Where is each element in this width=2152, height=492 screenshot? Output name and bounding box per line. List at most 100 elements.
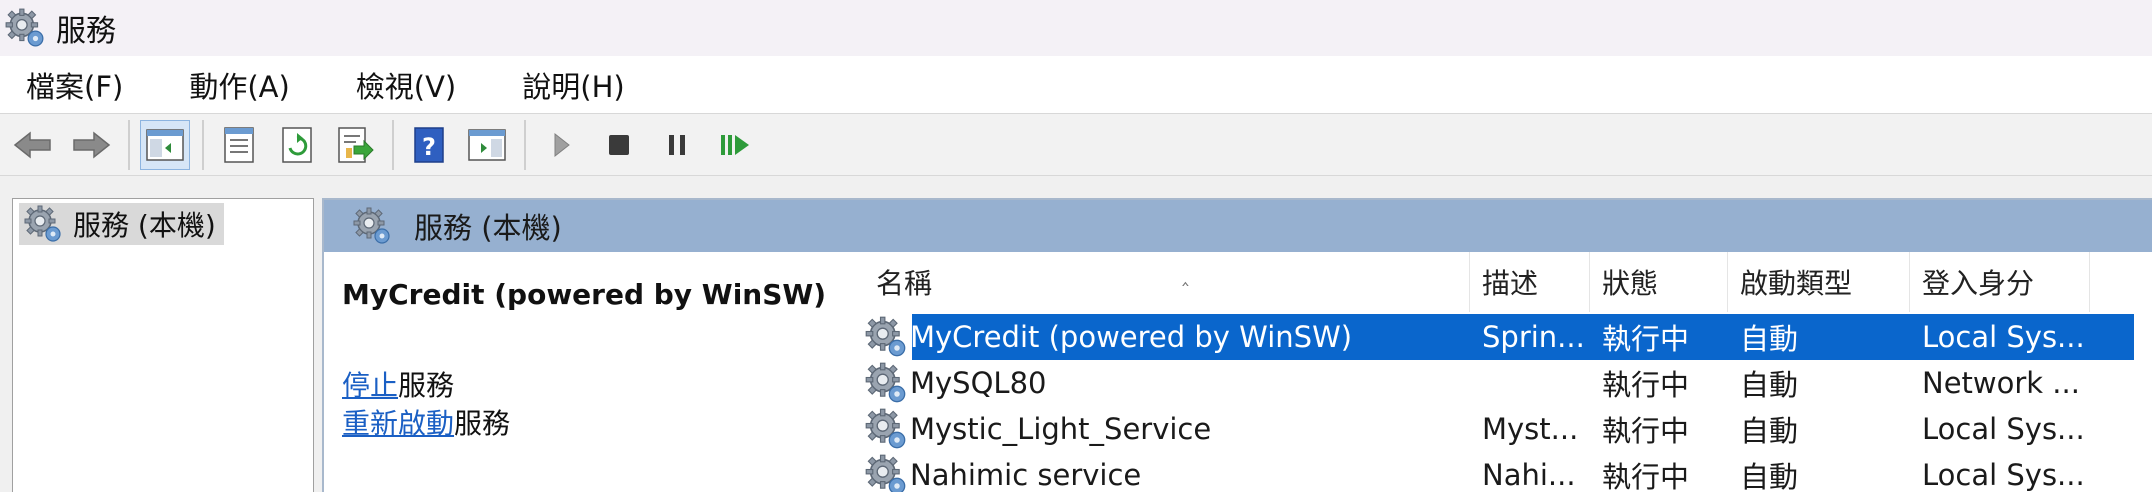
table-row[interactable]: MyCredit (powered by WinSW) Sprin... 執行中… bbox=[864, 314, 2152, 360]
service-gear-icon bbox=[865, 454, 906, 492]
service-log-on-as: Local Sys... bbox=[1922, 320, 2085, 354]
column-label-startup-type: 啟動類型 bbox=[1740, 267, 1853, 300]
help-button[interactable]: ? bbox=[404, 120, 454, 170]
service-status: 執行中 bbox=[1602, 322, 1690, 356]
help-icon: ? bbox=[414, 126, 444, 163]
column-label-log-on-as: 登入身分 bbox=[1922, 267, 2035, 300]
services-pane: 服務 (本機) MyCredit (powered by WinSW) 停止服務… bbox=[322, 198, 2152, 492]
stop-service-link[interactable]: 停止 bbox=[342, 369, 398, 402]
service-status: 執行中 bbox=[1602, 414, 1690, 448]
svg-text:?: ? bbox=[422, 133, 436, 161]
services-list: 名稱 ‸ 描述 狀態 啟動類型 登入身分 MyCredit (powered b… bbox=[864, 252, 2152, 492]
sort-ascending-icon: ‸ bbox=[1182, 262, 1189, 286]
service-startup-type: 自動 bbox=[1740, 322, 1799, 356]
restart-service-suffix: 服務 bbox=[454, 407, 511, 440]
service-name-cell: Nahimic service bbox=[864, 452, 1464, 492]
toolbar-separator bbox=[392, 119, 394, 170]
column-header-description[interactable]: 描述 bbox=[1470, 252, 1590, 312]
list-header: 名稱 ‸ 描述 狀態 啟動類型 登入身分 bbox=[864, 252, 2152, 312]
menu-bar: 檔案(F) 動作(A) 檢視(V) 說明(H) bbox=[0, 56, 2152, 114]
service-startup-type: 自動 bbox=[1740, 460, 1799, 492]
back-icon bbox=[13, 130, 51, 159]
pane-header: 服務 (本機) bbox=[324, 200, 2152, 252]
menu-help[interactable]: 說明(H) bbox=[510, 58, 636, 112]
tree-node-label: 服務 (本機) bbox=[73, 209, 216, 242]
properties-icon bbox=[224, 126, 254, 163]
menu-action[interactable]: 動作(A) bbox=[177, 58, 301, 112]
service-log-on-as: Local Sys... bbox=[1922, 458, 2085, 492]
title-bar: 服務 bbox=[0, 0, 2152, 56]
service-name: MySQL80 bbox=[910, 366, 1047, 400]
service-name-cell: MyCredit (powered by WinSW) bbox=[864, 314, 1464, 360]
pause-service-icon bbox=[669, 134, 685, 155]
export-list-button[interactable] bbox=[330, 120, 380, 170]
console-tree-button[interactable] bbox=[140, 119, 190, 170]
service-startup-type: 自動 bbox=[1740, 368, 1799, 402]
service-gear-icon bbox=[865, 408, 906, 449]
resume-service-button[interactable] bbox=[710, 120, 760, 170]
console-tree: 服務 (本機) bbox=[12, 198, 314, 492]
service-log-on-as: Local Sys... bbox=[1922, 412, 2085, 446]
services-gear-icon bbox=[353, 207, 390, 244]
menu-file[interactable]: 檔案(F) bbox=[14, 58, 135, 112]
service-name: Nahimic service bbox=[910, 458, 1142, 492]
start-service-icon bbox=[554, 132, 570, 157]
show-hide-action-pane-icon bbox=[468, 128, 506, 161]
services-gear-icon bbox=[24, 205, 61, 242]
service-description: Nahi... bbox=[1482, 458, 1576, 492]
pause-service-button[interactable] bbox=[652, 120, 702, 170]
toolbar-separator bbox=[202, 119, 204, 170]
service-description bbox=[1470, 360, 1586, 406]
toolbar-separator bbox=[128, 119, 130, 170]
menu-view[interactable]: 檢視(V) bbox=[344, 58, 468, 112]
forward-icon bbox=[73, 130, 111, 159]
table-row[interactable]: MySQL80 執行中 自動 Network ... bbox=[864, 360, 2152, 406]
export-list-icon bbox=[338, 126, 374, 163]
column-header-startup-type[interactable]: 啟動類型 bbox=[1728, 252, 1910, 312]
column-label-status: 狀態 bbox=[1602, 267, 1659, 300]
refresh-icon bbox=[282, 126, 312, 163]
stop-service-action: 停止服務 bbox=[342, 364, 454, 404]
service-startup-type: 自動 bbox=[1740, 414, 1799, 448]
services-gear-icon bbox=[5, 8, 44, 47]
column-header-status[interactable]: 狀態 bbox=[1590, 252, 1728, 312]
pane-title: 服務 (本機) bbox=[414, 211, 562, 245]
service-gear-icon bbox=[865, 316, 906, 357]
column-header-log-on-as[interactable]: 登入身分 bbox=[1910, 252, 2090, 312]
tree-node-services-local[interactable]: 服務 (本機) bbox=[19, 203, 224, 245]
stop-service-icon bbox=[609, 134, 629, 155]
restart-service-action: 重新啟動服務 bbox=[342, 402, 510, 442]
table-row[interactable]: Nahimic service Nahi... 執行中 自動 Local Sys… bbox=[864, 452, 2152, 492]
window-title: 服務 bbox=[56, 14, 116, 49]
column-label-name: 名稱 bbox=[876, 267, 933, 300]
refresh-button[interactable] bbox=[272, 120, 322, 170]
service-description: Myst... bbox=[1482, 412, 1579, 446]
service-name: Mystic_Light_Service bbox=[910, 412, 1212, 446]
stop-service-suffix: 服務 bbox=[398, 369, 455, 402]
service-gear-icon bbox=[865, 362, 906, 403]
service-name: MyCredit (powered by WinSW) bbox=[910, 320, 1353, 354]
service-status: 執行中 bbox=[1602, 368, 1690, 402]
column-header-name[interactable]: 名稱 bbox=[864, 252, 1470, 312]
stop-service-button[interactable] bbox=[594, 120, 644, 170]
service-status: 執行中 bbox=[1602, 460, 1690, 492]
selected-service-name: MyCredit (powered by WinSW) bbox=[342, 278, 827, 311]
table-row[interactable]: Mystic_Light_Service Myst... 執行中 自動 Loca… bbox=[864, 406, 2152, 452]
resume-service-icon bbox=[721, 134, 749, 155]
start-service-button[interactable] bbox=[536, 120, 586, 170]
service-name-cell: MySQL80 bbox=[864, 360, 1464, 406]
properties-button[interactable] bbox=[214, 120, 264, 170]
extended-description-panel: MyCredit (powered by WinSW) 停止服務 重新啟動服務 bbox=[324, 252, 834, 492]
forward-button[interactable] bbox=[66, 120, 116, 170]
restart-service-link[interactable]: 重新啟動 bbox=[342, 407, 454, 440]
column-label-description: 描述 bbox=[1482, 267, 1539, 300]
service-description: Sprin... bbox=[1482, 320, 1585, 354]
service-log-on-as: Network ... bbox=[1922, 366, 2080, 400]
toolbar: ? bbox=[0, 114, 2152, 176]
content-area: 服務 (本機) 服務 (本機) MyCredit (powered by Win… bbox=[0, 176, 2152, 492]
show-hide-console-tree-icon bbox=[146, 128, 184, 161]
action-pane-button[interactable] bbox=[462, 120, 512, 170]
service-name-cell: Mystic_Light_Service bbox=[864, 406, 1464, 452]
toolbar-separator bbox=[524, 119, 526, 170]
back-button[interactable] bbox=[8, 120, 58, 170]
